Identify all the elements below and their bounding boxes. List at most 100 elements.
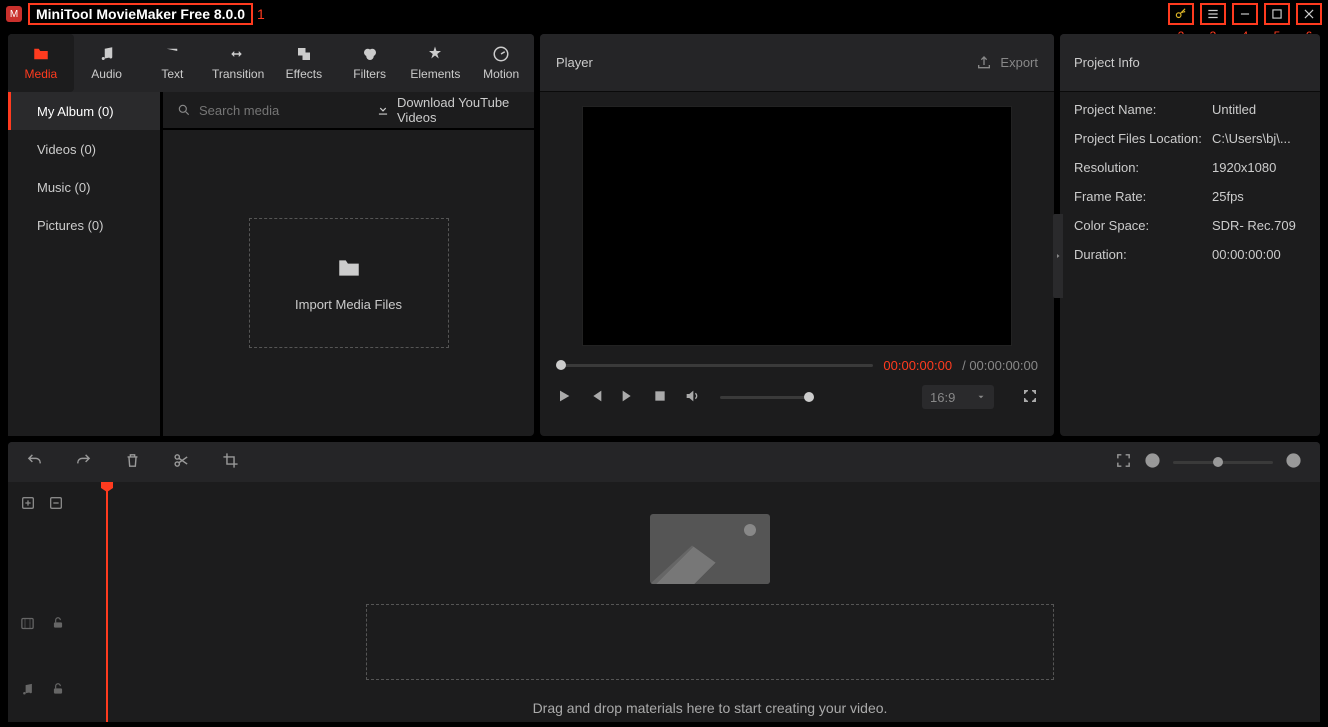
tab-text[interactable]: Text (140, 34, 206, 92)
redo-icon (75, 452, 92, 469)
app-title-box: MiniTool MovieMaker Free 8.0.0 (28, 3, 253, 25)
export-button[interactable]: Export (976, 55, 1038, 71)
import-media-label: Import Media Files (295, 297, 402, 312)
key-icon (1174, 7, 1188, 21)
volume-slider[interactable] (720, 396, 814, 399)
fullscreen-button[interactable] (1022, 388, 1038, 407)
tab-transition[interactable]: Transition (205, 34, 271, 92)
minus-icon (1144, 452, 1161, 469)
tab-filters[interactable]: Filters (337, 34, 403, 92)
trash-icon (124, 452, 141, 469)
video-canvas[interactable] (582, 106, 1012, 346)
unlock-icon[interactable] (51, 616, 65, 630)
stop-button[interactable] (652, 388, 668, 407)
playhead[interactable] (106, 482, 108, 722)
tab-transition-label: Transition (212, 67, 264, 81)
title-bar: M MiniTool MovieMaker Free 8.0.0 1 2 3 4 (0, 0, 1328, 28)
hamburger-icon (1206, 7, 1220, 21)
album-list: My Album (0) Videos (0) Music (0) Pictur… (8, 92, 163, 436)
download-youtube-link[interactable]: Download YouTube Videos (375, 95, 520, 125)
remove-track-icon[interactable] (48, 495, 64, 511)
add-track-icon[interactable] (20, 495, 36, 511)
effects-icon (294, 45, 314, 63)
project-info-panel: Project Info Project Name:UntitledProjec… (1060, 34, 1320, 436)
app-title: MiniTool MovieMaker Free 8.0.0 (36, 6, 245, 22)
tab-media-label: Media (25, 67, 58, 81)
filters-icon (360, 45, 380, 63)
redo-button[interactable] (75, 452, 92, 472)
close-icon (1302, 7, 1316, 21)
text-icon (162, 45, 182, 63)
info-value: 1920x1080 (1212, 160, 1276, 175)
delete-button[interactable] (124, 452, 141, 472)
tab-text-label: Text (161, 67, 183, 81)
chevron-right-icon (1055, 251, 1061, 261)
undo-button[interactable] (26, 452, 43, 472)
prev-frame-button[interactable] (588, 388, 604, 407)
unlock-icon[interactable] (51, 682, 65, 696)
info-value: 25fps (1212, 189, 1244, 204)
tab-motion-label: Motion (483, 67, 519, 81)
timeline-tracks[interactable]: Drag and drop materials here to start cr… (100, 482, 1320, 722)
timeline-panel: Drag and drop materials here to start cr… (8, 442, 1320, 722)
album-item-my-album[interactable]: My Album (0) (8, 92, 160, 130)
folder-icon (31, 45, 51, 63)
minimize-icon (1238, 7, 1252, 21)
fit-zoom-button[interactable] (1115, 452, 1132, 472)
volume-button[interactable] (684, 388, 700, 407)
tab-effects[interactable]: Effects (271, 34, 337, 92)
video-track-header (8, 590, 100, 656)
info-value: C:\Users\bj\... (1212, 131, 1291, 146)
info-label: Color Space: (1074, 218, 1212, 233)
play-button[interactable] (556, 388, 572, 407)
time-current: 00:00:00:00 (883, 358, 952, 373)
motion-icon (491, 45, 511, 63)
info-row: Project Files Location:C:\Users\bj\... (1074, 131, 1306, 146)
info-row: Project Name:Untitled (1074, 102, 1306, 117)
music-note-icon (20, 682, 35, 697)
export-label: Export (1000, 55, 1038, 70)
import-media-box[interactable]: Import Media Files (249, 218, 449, 348)
info-label: Project Files Location: (1074, 131, 1212, 146)
fullscreen-icon (1022, 388, 1038, 404)
crop-button[interactable] (222, 452, 239, 472)
annotation-1: 1 (257, 6, 265, 22)
search-input[interactable] (199, 103, 375, 118)
zoom-slider[interactable] (1173, 461, 1273, 464)
seek-slider[interactable] (556, 364, 873, 367)
maximize-button[interactable] (1264, 3, 1290, 25)
close-button[interactable] (1296, 3, 1322, 25)
search-icon (177, 103, 191, 117)
export-icon (976, 55, 992, 71)
menu-button[interactable] (1200, 3, 1226, 25)
app-logo: M (6, 6, 22, 22)
tab-elements[interactable]: Elements (403, 34, 469, 92)
library-tabs: Media Audio Text Transition Effects Filt… (8, 34, 534, 92)
collapse-info-button[interactable] (1053, 214, 1063, 298)
undo-icon (26, 452, 43, 469)
tab-audio[interactable]: Audio (74, 34, 140, 92)
album-item-music[interactable]: Music (0) (8, 168, 160, 206)
next-icon (620, 388, 636, 404)
key-button[interactable] (1168, 3, 1194, 25)
aspect-ratio-select[interactable]: 16:9 (922, 385, 994, 409)
split-button[interactable] (173, 452, 190, 472)
play-icon (556, 388, 572, 404)
album-item-pictures[interactable]: Pictures (0) (8, 206, 160, 244)
tab-media[interactable]: Media (8, 34, 74, 92)
info-row: Duration:00:00:00:00 (1074, 247, 1306, 262)
minimize-button[interactable] (1232, 3, 1258, 25)
plus-icon (1285, 452, 1302, 469)
next-frame-button[interactable] (620, 388, 636, 407)
transition-icon (228, 45, 248, 63)
info-label: Resolution: (1074, 160, 1212, 175)
tab-motion[interactable]: Motion (468, 34, 534, 92)
album-item-videos[interactable]: Videos (0) (8, 130, 160, 168)
prev-icon (588, 388, 604, 404)
zoom-out-button[interactable] (1144, 452, 1161, 472)
zoom-in-button[interactable] (1285, 452, 1302, 472)
drop-area[interactable] (366, 604, 1054, 680)
tab-elements-label: Elements (410, 67, 460, 81)
download-icon (375, 103, 391, 117)
info-row: Frame Rate:25fps (1074, 189, 1306, 204)
